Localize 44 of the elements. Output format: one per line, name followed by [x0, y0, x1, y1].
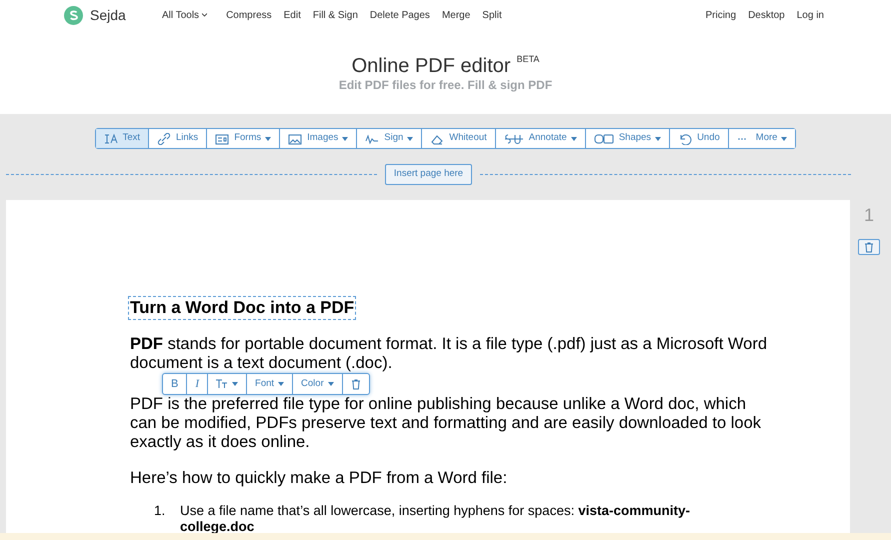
signature-icon: [365, 132, 380, 144]
toolbar-button[interactable]: Text: [96, 129, 148, 148]
strikethrough-icon: [504, 132, 524, 144]
trash-icon: [350, 378, 361, 390]
shapes-icon: [594, 132, 614, 144]
nav-link[interactable]: Desktop: [748, 8, 785, 22]
italic-button[interactable]: I: [186, 374, 208, 394]
toolbar-button[interactable]: More: [728, 129, 796, 148]
nav-link[interactable]: Pricing: [705, 8, 736, 22]
paragraph: PDF stands for portable document format. It is a file type (.pdf) just as a Microsoft Word document is a text document (.doc).: [130, 335, 768, 373]
list-number: 1.: [154, 503, 166, 520]
paragraph: PDF is the preferred file type for online publishing because unlike a Word doc, which can be modified, PDFs preserve text and formatting and are easily downloaded to look exactly as it does online.: [130, 395, 762, 452]
caret-icon: [278, 382, 284, 386]
delete-page-button[interactable]: [858, 239, 880, 255]
nav-link[interactable]: Merge: [442, 8, 470, 22]
page-title: Online PDF editor: [352, 54, 511, 78]
page-number: 1: [864, 204, 874, 227]
bold-button[interactable]: B: [163, 374, 186, 394]
beta-label: BETA: [516, 53, 540, 66]
dropdown-button[interactable]: Color: [292, 374, 342, 394]
nav-link[interactable]: All Tools: [162, 8, 208, 22]
form-icon: [215, 132, 230, 144]
nav-link[interactable]: Log in: [796, 8, 824, 22]
paragraph: Here’s how to quickly make a PDF from a Word file:: [130, 469, 508, 488]
undo-icon: [678, 132, 692, 144]
text-size-icon: [216, 379, 228, 389]
dropdown-button[interactable]: Font: [246, 374, 292, 394]
list-item: Use a file name that’s all lowercase, inserting hyphens for spaces: vista-community-college.doc: [180, 503, 691, 535]
insert-page-button[interactable]: Insert page here: [384, 164, 472, 185]
logo-text[interactable]: Sejda: [90, 4, 126, 26]
link-icon: [157, 132, 171, 144]
eraser-icon: [430, 132, 444, 144]
trash-icon: [864, 242, 874, 252]
nav-link[interactable]: Fill & Sign: [312, 8, 358, 22]
nav-link[interactable]: Split: [482, 8, 502, 22]
caret-icon: [328, 382, 334, 386]
nav-link[interactable]: Delete Pages: [370, 8, 430, 22]
image-icon: [288, 132, 302, 144]
logo-icon: [64, 6, 83, 24]
page-subtitle: Edit PDF files for free. Fill & sign PDF: [338, 78, 552, 92]
text-cursor-icon: [104, 132, 118, 144]
nav-link[interactable]: Compress: [226, 8, 272, 22]
caret-icon: [232, 382, 238, 386]
nav-link[interactable]: Edit: [284, 8, 301, 22]
